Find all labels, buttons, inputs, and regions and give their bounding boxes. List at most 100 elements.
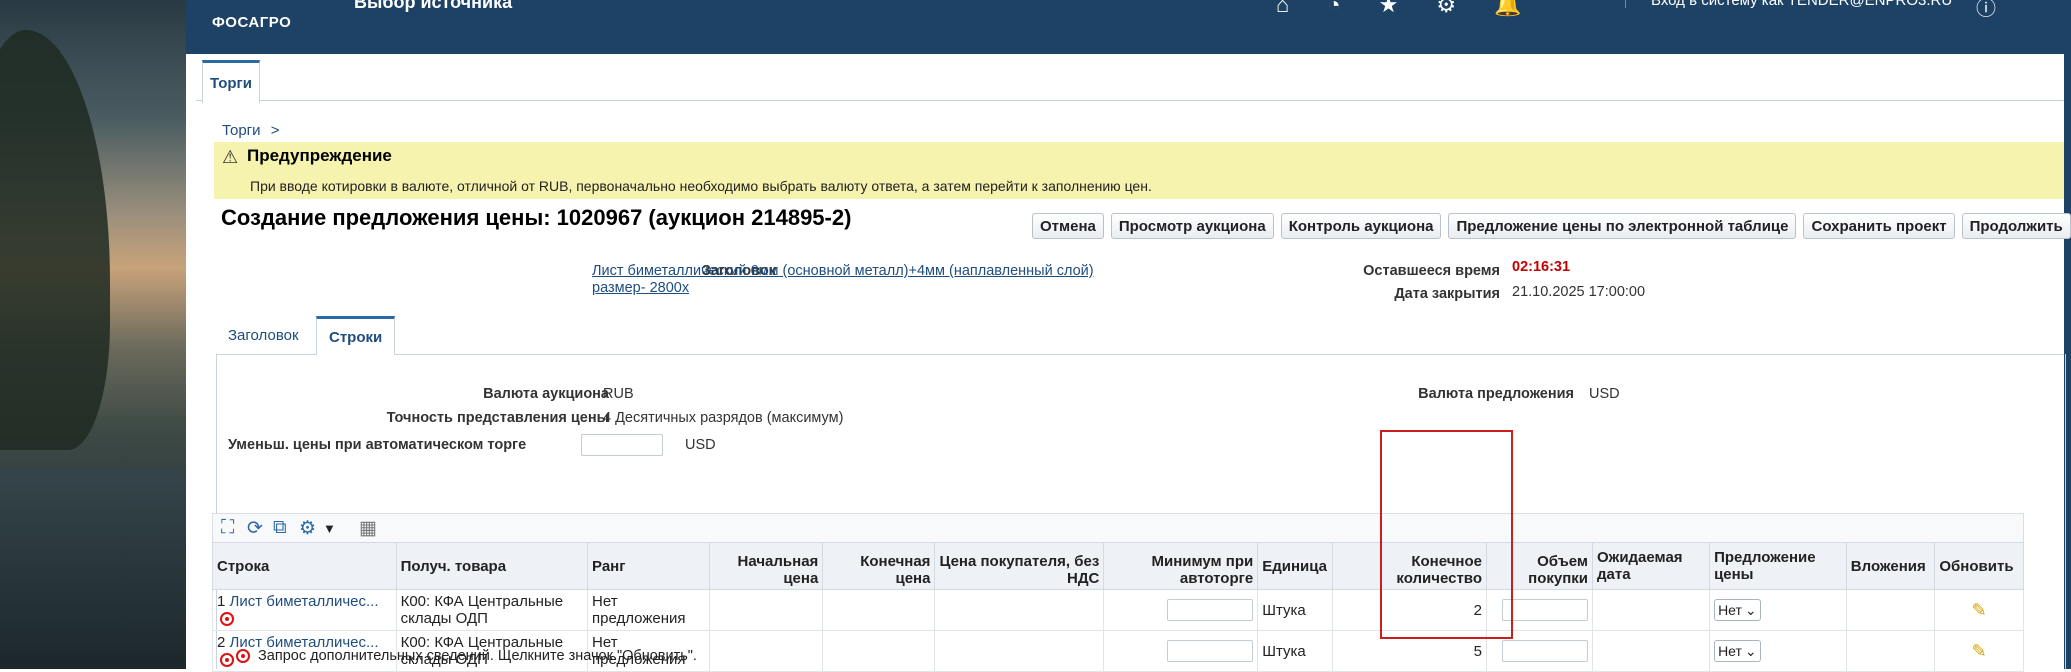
table-settings-icon[interactable]: ⚙ [299, 517, 316, 540]
login-info: Вход в систему как TENDER@ENPRO3.RU [1651, 0, 1953, 9]
logo[interactable]: ФОСАГРО [212, 14, 291, 31]
background-hill [0, 30, 110, 450]
history-icon[interactable]: ◔ [1327, 0, 1340, 18]
chevron-down-icon[interactable]: ▼ [323, 521, 336, 536]
col-unit: Единица [1257, 542, 1334, 590]
target-qty-cell: 2 [1332, 589, 1487, 631]
min-auto-input[interactable] [1167, 599, 1254, 621]
col-buyer-price: Цена покупателя, без НДС [934, 542, 1105, 590]
tab-lines[interactable]: Строки [316, 316, 396, 355]
bid-price-value: Нет [1718, 643, 1742, 659]
auto-decrement-label: Уменьш. цены при автоматическом торге [228, 437, 527, 453]
subtabs: Заголовок Строки [216, 316, 2064, 355]
warning-message: При вводе котировки в валюте, отличной о… [250, 178, 1152, 194]
rank-cell: Нет предложения [587, 589, 711, 631]
close-date-label: Дата закрытия [1394, 286, 1500, 302]
action-buttons: Отмена Просмотр аукциона Контроль аукцио… [1032, 213, 2071, 239]
notifications-icon[interactable]: 🔔 [1494, 0, 1521, 18]
col-bid-price: Предложение цены [1709, 542, 1847, 590]
favorites-icon[interactable]: ★ [1379, 0, 1399, 18]
col-line: Строка [212, 542, 397, 590]
breadcrumb-separator: > [270, 122, 280, 139]
spreadsheet-bid-button[interactable]: Предложение цены по электронной таблице [1448, 213, 1797, 239]
min-auto-input[interactable] [1167, 640, 1254, 662]
header-value-line2: размер- 2800х [592, 280, 690, 296]
line-number: 2 [217, 634, 226, 651]
col-rank: Ранг [587, 542, 711, 590]
bid-price-select[interactable]: Нет ⌄ [1714, 599, 1761, 621]
background-water [0, 470, 186, 669]
info-request-icon [220, 653, 234, 668]
attachments-cell [1845, 630, 1936, 672]
col-bid-qty: Объем покупки [1485, 542, 1594, 590]
header-value-link[interactable]: Лист биметаллический 6мм (основной метал… [592, 263, 1152, 297]
monitor-auction-button[interactable]: Контроль аукциона [1280, 213, 1442, 239]
precision-value: 4 Десятичных разрядов (максимум) [603, 410, 844, 426]
bid-price-cell: Нет ⌄ [1709, 589, 1847, 631]
continue-button[interactable]: Продолжить [1961, 213, 2071, 239]
global-icons: ⌂ ◔ ★ ⚙ 🔔 [1276, 0, 1521, 18]
warning-icon: ⚠ [222, 147, 239, 167]
refresh-icon[interactable]: ⟳ [247, 517, 263, 540]
bid-qty-cell [1485, 589, 1594, 631]
info-request-icon [220, 612, 234, 627]
info-request-icon [236, 649, 250, 664]
breadcrumb-auctions[interactable]: Торги [222, 122, 261, 139]
app-title: Выбор источника [354, 0, 513, 12]
start-price-cell [709, 630, 824, 672]
warning-banner: ⚠ Предупреждение При вводе котировки в в… [214, 142, 2064, 199]
table-toolbar: ⛶ ⟳ ⧉ ⚙ ▼ ▦ [212, 513, 2024, 543]
cancel-button[interactable]: Отмена [1032, 213, 1104, 239]
lines-panel: Валюта аукциона RUB Точность представлен… [212, 354, 2066, 672]
home-icon[interactable]: ⌂ [1276, 0, 1289, 18]
warning-title: Предупреждение [247, 146, 392, 165]
tab-header[interactable]: Заголовок [216, 316, 311, 354]
auto-decrement-currency: USD [685, 437, 716, 453]
edit-icon[interactable]: ✎ [1972, 641, 1987, 661]
line-item-link[interactable]: Лист биметалличес... [230, 593, 379, 610]
help-icon[interactable]: ⓘ [1976, 0, 1996, 21]
col-min-auto: Минимум при автоторге [1103, 542, 1259, 590]
target-price-cell [822, 630, 936, 672]
bid-price-select[interactable]: Нет ⌄ [1714, 640, 1761, 662]
col-start-price: Начальная цена [709, 542, 824, 590]
expand-all-icon[interactable]: ⛶ [221, 517, 234, 539]
unit-cell: Штука [1257, 589, 1334, 631]
columns-icon[interactable]: ▦ [359, 517, 377, 540]
buyer-price-cell [934, 589, 1105, 631]
buyer-price-cell [934, 630, 1105, 672]
ship-to-cell: К00: КФА Центральные склады ОДП [395, 589, 589, 631]
attachments-cell [1845, 589, 1936, 631]
background-photo [0, 0, 186, 669]
unit-cell: Штука [1257, 630, 1334, 672]
bid-qty-cell [1485, 630, 1594, 672]
tab-auctions[interactable]: Торги [202, 60, 260, 103]
update-cell: ✎ [1934, 630, 2024, 672]
edit-icon[interactable]: ✎ [1972, 600, 1987, 620]
view-auction-button[interactable]: Просмотр аукциона [1110, 213, 1274, 239]
page-title: Создание предложения цены: 1020967 (аукц… [221, 205, 852, 230]
save-draft-button[interactable]: Сохранить проект [1803, 213, 1955, 239]
chevron-down-icon: ⌄ [1744, 601, 1757, 618]
chevron-down-icon: ⌄ [1744, 642, 1757, 659]
bid-qty-input[interactable] [1502, 640, 1589, 662]
promised-date-cell [1592, 630, 1711, 672]
main-content: Торги Торги > ⚠ Предупреждение При вводе… [196, 54, 2071, 672]
col-attachments: Вложения [1845, 542, 1936, 590]
col-promised-date: Ожидаемая дата [1592, 542, 1711, 590]
col-target-price: Конечная цена [822, 542, 936, 590]
update-cell: ✎ [1934, 589, 2024, 631]
min-auto-cell [1103, 589, 1259, 631]
main-tabbar: Торги [196, 54, 2064, 103]
footer-note-text: Запрос дополнительных сведений. Щелкните… [258, 648, 697, 664]
header-value-line1: Лист биметаллический 6мм (основной метал… [592, 263, 1094, 279]
bid-qty-input[interactable] [1502, 599, 1589, 621]
breadcrumb: Торги > [222, 122, 279, 139]
footer-note: Запрос дополнительных сведений. Щелкните… [236, 648, 697, 664]
detach-icon[interactable]: ⧉ [273, 517, 287, 539]
precision-label: Точность представления цены [386, 410, 609, 426]
auto-decrement-input[interactable] [581, 434, 663, 456]
settings-icon[interactable]: ⚙ [1436, 0, 1456, 18]
close-date-value: 21.10.2025 17:00:00 [1512, 284, 1646, 300]
promised-date-cell [1592, 589, 1711, 631]
